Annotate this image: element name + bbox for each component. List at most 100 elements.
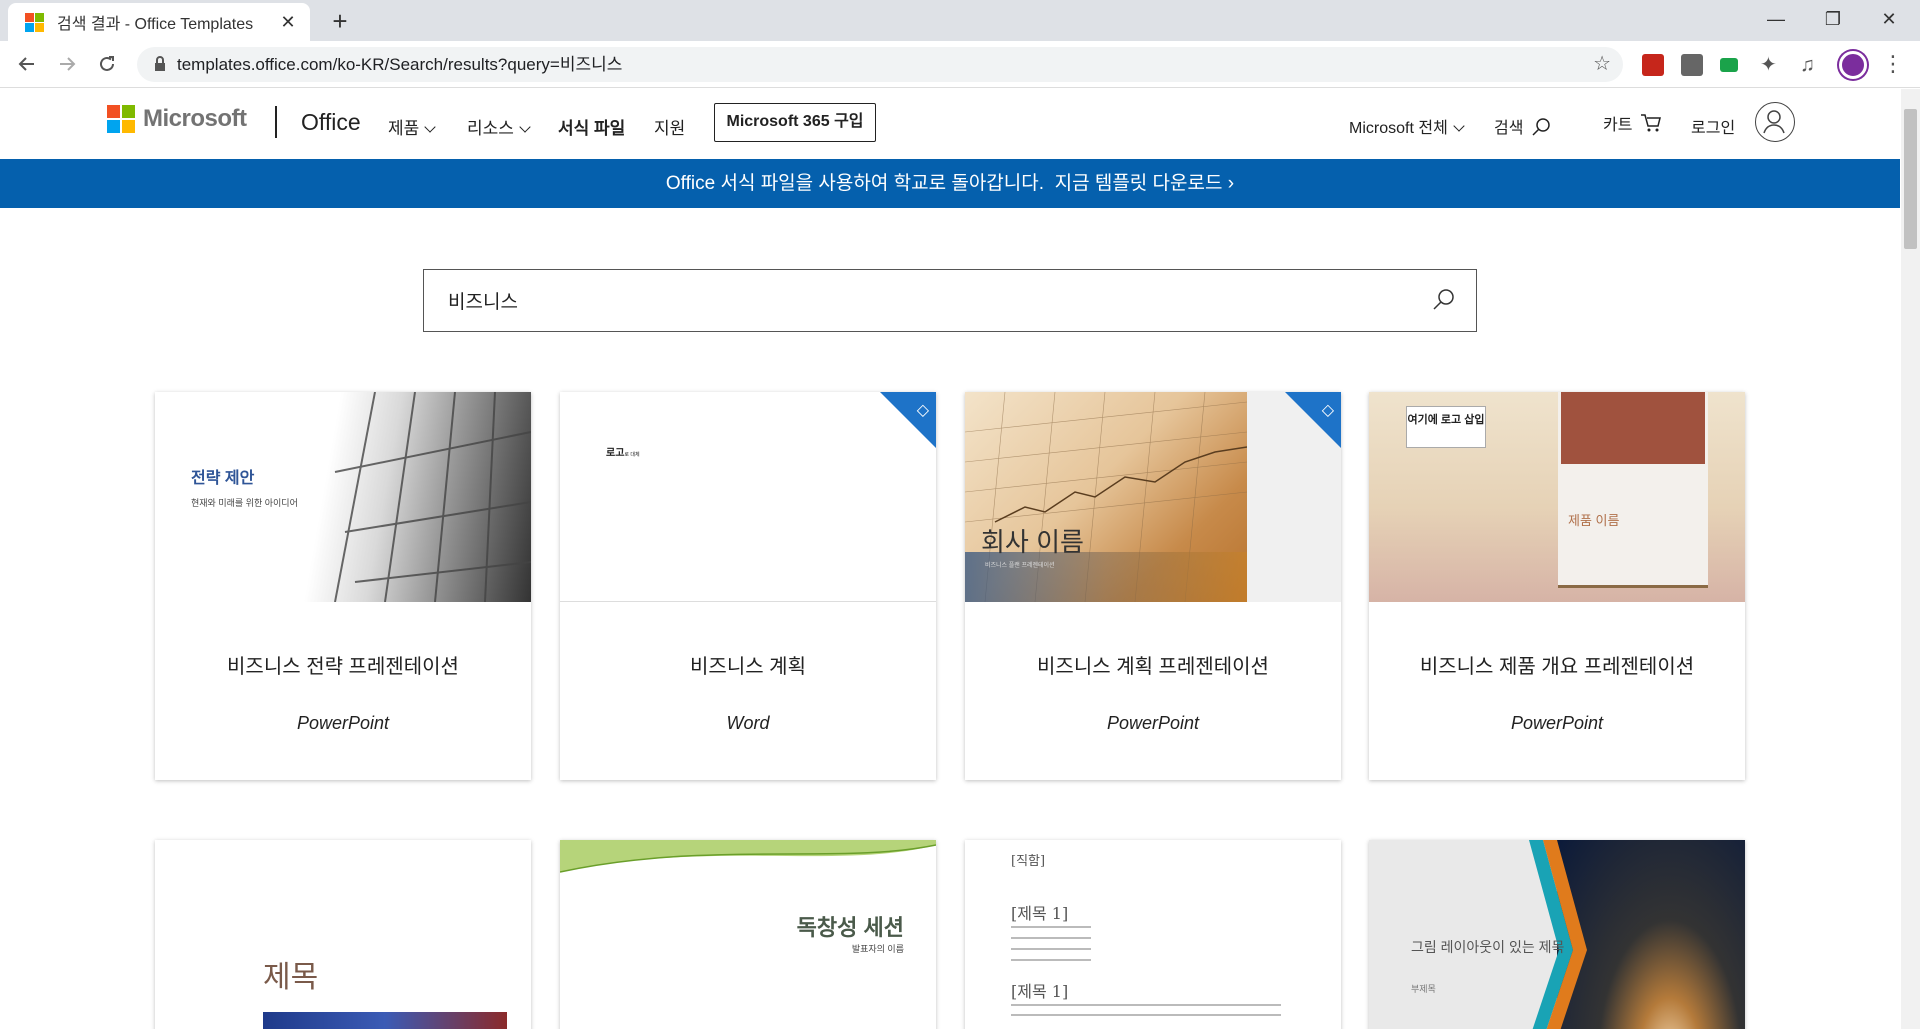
all-microsoft-menu[interactable]: Microsoft 전체 [1349,114,1465,138]
new-tab-button[interactable]: + [325,6,355,36]
microsoft-logo[interactable]: Microsoft [107,105,247,133]
browser-toolbar: templates.office.com/ko-KR/Search/result… [0,41,1920,88]
microsoft-logo-icon [107,105,135,133]
tab-close-icon[interactable]: ✕ [278,12,298,33]
nav-resources-label: 리소스 [467,119,514,138]
microsoft-wordmark: Microsoft [143,105,247,132]
nav-products-label: 제품 [388,119,420,138]
template-title[interactable]: 비즈니스 계획 프레젠테이션 [965,650,1341,679]
thumb-heading: 회사 이름 [981,527,1084,557]
address-bar[interactable]: templates.office.com/ko-KR/Search/result… [137,47,1623,82]
window-close-button[interactable]: ✕ [1866,4,1912,34]
thumb-subheading: 비즈니스 플랜 프레젠테이션 [985,563,1055,569]
bookmark-star-icon[interactable]: ☆ [1593,47,1611,82]
web-page: Microsoft Office 제품 리소스 서식 파일 지원 Microso… [0,89,1900,1029]
media-control-icon[interactable]: ♫ [1800,54,1822,76]
chevron-down-icon [1453,120,1465,132]
thumb-subheading: 발표자의 이름 [851,944,904,954]
office-favicon-icon [25,12,44,32]
nav-resources[interactable]: 리소스 [467,114,531,139]
buy-microsoft-365-button[interactable]: Microsoft 365 구입 [714,103,876,142]
thumb-subheading-2: [제목 1] [1011,982,1069,1001]
template-app: PowerPoint [1510,713,1604,733]
cart-button[interactable]: 카트 [1603,111,1662,135]
template-title[interactable]: 비즈니스 전략 프레젠테이션 [155,650,531,679]
info-extension-icon[interactable] [1681,54,1703,76]
template-thumbnail: 전략 제안 현재와 미래를 위한 아이디어 [155,392,531,602]
page-scrollbar[interactable] [1901,89,1920,1029]
browser-tab-strip: 검색 결과 - Office Templates ✕ + — ❐ ✕ [0,0,1920,41]
signin-link[interactable]: 로그인 [1691,114,1735,138]
reload-button[interactable] [92,49,122,79]
header-search-button[interactable]: 검색 [1494,114,1551,138]
logo-divider [275,106,277,138]
thumb-heading: 전략 제안 [191,470,255,487]
search-icon [1532,118,1550,136]
template-card[interactable]: [직함] [제목 1] [제목 1] [965,840,1341,1029]
back-arrow-icon [18,57,34,71]
template-card[interactable]: 제목 [155,840,531,1029]
promo-banner-link[interactable]: 지금 템플릿 다운로드 › [1055,173,1234,194]
thumb-heading: 그림 레이아웃이 있는 제목 [1411,939,1565,955]
scrollbar-thumb[interactable] [1904,109,1917,249]
nav-support[interactable]: 지원 [654,114,685,139]
stock-chart-image: 회사 이름 비즈니스 플랜 프레젠테이션 [965,392,1247,602]
template-thumbnail: 로고로 대체 ◇ [560,392,936,602]
thumb-image [263,1012,507,1029]
template-card[interactable]: 여기에 로고 삽입 제품 이름 비즈니스 제품 개요 프레젠테이션 PowerP… [1369,392,1745,780]
template-thumbnail: 회사 이름 비즈니스 플랜 프레젠테이션 ◇ [965,392,1341,602]
site-header: Microsoft Office 제품 리소스 서식 파일 지원 Microso… [0,89,1900,159]
template-card[interactable]: 전략 제안 현재와 미래를 위한 아이디어 비즈니스 전략 프레젠테이션 Pow… [155,392,531,780]
cart-icon [1640,114,1661,132]
nav-templates[interactable]: 서식 파일 [558,114,625,139]
thumb-subheading: 현재와 미래를 위한 아이디어 [191,498,298,508]
signin-avatar-icon[interactable] [1755,102,1795,142]
thumb-subheading: 부제목 [1411,984,1436,994]
office-product-link[interactable]: Office [301,109,361,136]
window-minimize-button[interactable]: — [1753,4,1799,34]
template-title[interactable]: 비즈니스 계획 [560,650,936,679]
thumb-heading: 제목 [263,961,319,994]
cart-label: 카트 [1603,117,1633,134]
search-input[interactable] [448,270,1348,331]
thumb-subheading: [제목 1] [1011,904,1069,923]
forward-arrow-icon [60,57,76,71]
diamond-icon: ◇ [1321,402,1334,419]
screen-extension-icon[interactable] [1720,58,1738,72]
template-search-box [423,269,1477,332]
url-text: templates.office.com/ko-KR/Search/result… [177,55,623,74]
template-card[interactable]: 그림 레이아웃이 있는 제목 부제목 [1369,840,1745,1029]
forward-button[interactable] [52,49,82,79]
template-thumbnail: 여기에 로고 삽입 제품 이름 [1369,392,1745,602]
diamond-icon: ◇ [916,402,929,419]
pdf-extension-icon[interactable] [1642,54,1664,76]
lock-icon [155,56,165,71]
template-card[interactable]: 로고로 대체 ◇ 비즈니스 계획 Word [560,392,936,780]
promo-banner-text: Office 서식 파일을 사용하여 학교로 돌아갑니다. [665,173,1045,194]
accent-chevron-shape [1529,840,1587,1029]
profile-avatar[interactable] [1839,51,1867,79]
window-restore-button[interactable]: ❐ [1810,4,1856,34]
search-icon[interactable] [1432,288,1456,312]
promo-banner[interactable]: Office 서식 파일을 사용하여 학교로 돌아갑니다. 지금 템플릿 다운로… [0,159,1900,208]
all-microsoft-label: Microsoft 전체 [1349,120,1448,137]
green-wave-image [560,840,936,873]
browser-menu-icon[interactable]: ⋮ [1882,49,1904,79]
thumb-text-lines [1011,1004,1281,1024]
thumb-heading: [직함] [1011,854,1046,869]
back-button[interactable] [12,49,42,79]
template-app: PowerPoint [296,713,390,733]
header-search-label: 검색 [1494,120,1524,137]
chevron-down-icon [519,121,531,133]
template-card[interactable]: 독창성 세션 발표자의 이름 [560,840,936,1029]
thumb-heading: 독창성 세션 [796,915,904,940]
template-title[interactable]: 비즈니스 제품 개요 프레젠테이션 [1369,650,1745,679]
tab-title: 검색 결과 - Office Templates [57,16,254,33]
template-app: Word [726,713,770,733]
template-card[interactable]: 회사 이름 비즈니스 플랜 프레젠테이션 ◇ 비즈니스 계획 프레젠테이션 Po… [965,392,1341,780]
chevron-down-icon [424,121,436,133]
template-app: PowerPoint [1106,713,1200,733]
extensions-puzzle-icon[interactable]: ✦ [1760,54,1782,76]
nav-products[interactable]: 제품 [388,114,436,139]
browser-tab-active[interactable]: 검색 결과 - Office Templates ✕ [8,3,310,41]
